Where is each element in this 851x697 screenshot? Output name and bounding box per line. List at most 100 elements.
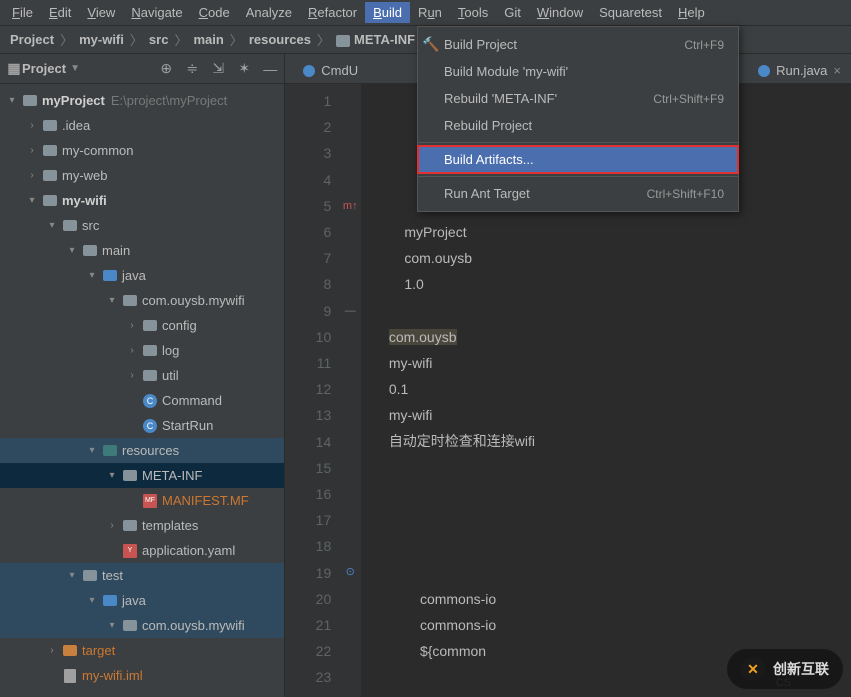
- tree-node[interactable]: ▾java: [0, 588, 284, 613]
- gutter-marker-icon: [339, 114, 361, 140]
- gutter-marker-icon: [339, 586, 361, 612]
- folder-icon: [62, 219, 78, 233]
- tree-node[interactable]: ▾com.ouysb.mywifi: [0, 613, 284, 638]
- gutter-marker-icon: —: [339, 298, 361, 324]
- folder-icon: [42, 169, 58, 183]
- menu-item-run-ant-target[interactable]: Run Ant TargetCtrl+Shift+F10: [418, 180, 738, 207]
- menubar: FileEditViewNavigateCodeAnalyzeRefactorB…: [0, 0, 851, 26]
- gutter-marker-icon: [339, 638, 361, 664]
- gutter-marker-icon: m↑: [339, 193, 361, 219]
- gear-icon[interactable]: ✶: [236, 61, 252, 77]
- menu-file[interactable]: File: [4, 2, 41, 23]
- file-icon: [62, 669, 78, 683]
- tree-node[interactable]: ›target: [0, 638, 284, 663]
- tree-node[interactable]: ▾com.ouysb.mywifi: [0, 288, 284, 313]
- tree-node[interactable]: ▾my-wifi: [0, 188, 284, 213]
- project-tree[interactable]: ▾myProjectE:\project\myProject›.idea›my-…: [0, 84, 284, 697]
- tree-node[interactable]: ›config: [0, 313, 284, 338]
- menu-item-build-module-my-wifi-[interactable]: Build Module 'my-wifi': [418, 58, 738, 85]
- editor-tab[interactable]: CmdU: [293, 58, 368, 83]
- chevron-down-icon[interactable]: ▼: [70, 63, 80, 74]
- folder-icon: [42, 194, 58, 208]
- menu-run[interactable]: Run: [410, 2, 450, 23]
- menu-item-rebuild-project[interactable]: Rebuild Project: [418, 112, 738, 139]
- gutter-marker-icon: [339, 455, 361, 481]
- menu-analyze[interactable]: Analyze: [238, 2, 300, 23]
- tree-node[interactable]: CCommand: [0, 388, 284, 413]
- java-class-icon: [758, 65, 770, 77]
- folder-icon: [122, 294, 138, 308]
- menu-tools[interactable]: Tools: [450, 2, 496, 23]
- folder-icon: [42, 119, 58, 133]
- tree-node[interactable]: my-wifi.iml: [0, 663, 284, 688]
- tree-node[interactable]: ›templates: [0, 513, 284, 538]
- menu-build[interactable]: Build: [365, 2, 410, 23]
- gutter-marker-icon: [339, 167, 361, 193]
- gutter-marker-icon: ⊙: [339, 559, 361, 585]
- blue-icon: [102, 269, 118, 283]
- menu-squaretest[interactable]: Squaretest: [591, 2, 670, 23]
- menu-help[interactable]: Help: [670, 2, 713, 23]
- tree-node[interactable]: ▾resources: [0, 438, 284, 463]
- breadcrumb-item[interactable]: Project: [6, 30, 58, 49]
- tree-node[interactable]: ▾myProjectE:\project\myProject: [0, 88, 284, 113]
- tree-node[interactable]: ▾test: [0, 563, 284, 588]
- breadcrumb-item[interactable]: main: [189, 30, 227, 49]
- hide-icon[interactable]: —: [262, 61, 278, 77]
- expand-icon[interactable]: ≑: [184, 61, 200, 77]
- folder-icon: [82, 244, 98, 258]
- breadcrumb-item[interactable]: resources: [245, 30, 315, 49]
- folder-icon: [42, 144, 58, 158]
- menu-refactor[interactable]: Refactor: [300, 2, 365, 23]
- close-icon[interactable]: ×: [833, 63, 841, 78]
- gutter-marker-icon: [339, 350, 361, 376]
- watermark-logo-icon: ✕: [741, 657, 765, 681]
- blue-icon: [102, 594, 118, 608]
- tree-node[interactable]: ›my-web: [0, 163, 284, 188]
- tree-node[interactable]: ▾java: [0, 263, 284, 288]
- folder-icon: [122, 619, 138, 633]
- folder-icon: [82, 569, 98, 583]
- tree-node[interactable]: ›.idea: [0, 113, 284, 138]
- gutter-marker-icon: [339, 376, 361, 402]
- menu-item-build-artifacts-[interactable]: Build Artifacts...: [418, 146, 738, 173]
- tree-node[interactable]: Yapplication.yaml: [0, 538, 284, 563]
- locate-icon[interactable]: ⊕: [158, 61, 174, 77]
- watermark-text: 创新互联: [773, 659, 829, 679]
- menu-edit[interactable]: Edit: [41, 2, 79, 23]
- teal-icon: [102, 444, 118, 458]
- tree-node[interactable]: ▾main: [0, 238, 284, 263]
- menu-view[interactable]: View: [79, 2, 123, 23]
- breadcrumb-item[interactable]: my-wifi: [75, 30, 128, 49]
- project-panel-header: ▦ Project ▼ ⊕ ≑ ⇲ ✶ —: [0, 54, 284, 84]
- project-view-icon[interactable]: ▦: [6, 61, 22, 77]
- menu-window[interactable]: Window: [529, 2, 591, 23]
- folder-icon: [122, 519, 138, 533]
- gutter-icons: m↑ — ⊙: [339, 84, 361, 697]
- gutter-marker-icon: [339, 140, 361, 166]
- tree-node[interactable]: ▾META-INF: [0, 463, 284, 488]
- tree-node[interactable]: ›util: [0, 363, 284, 388]
- menu-git[interactable]: Git: [496, 2, 529, 23]
- tree-node[interactable]: ›my-common: [0, 138, 284, 163]
- menu-item-build-project[interactable]: 🔨Build ProjectCtrl+F9: [418, 31, 738, 58]
- folder-icon: [142, 319, 158, 333]
- breadcrumb-item[interactable]: META-INF: [332, 30, 419, 49]
- build-menu-dropdown: 🔨Build ProjectCtrl+F9Build Module 'my-wi…: [417, 26, 739, 212]
- breadcrumb-item[interactable]: src: [145, 30, 173, 49]
- tree-node[interactable]: ›log: [0, 338, 284, 363]
- tree-node[interactable]: MFMANIFEST.MF: [0, 488, 284, 513]
- menu-item-rebuild-meta-inf-[interactable]: Rebuild 'META-INF'Ctrl+Shift+F9: [418, 85, 738, 112]
- project-panel-title: Project: [22, 61, 66, 76]
- menu-code[interactable]: Code: [191, 2, 238, 23]
- java-class-icon: [303, 65, 315, 77]
- tree-node[interactable]: CStartRun: [0, 413, 284, 438]
- tree-node[interactable]: ▾src: [0, 213, 284, 238]
- menu-navigate[interactable]: Navigate: [123, 2, 190, 23]
- editor-tab[interactable]: Run.java×: [748, 58, 851, 83]
- gutter-marker-icon: [339, 664, 361, 690]
- folder-icon: [142, 344, 158, 358]
- collapse-icon[interactable]: ⇲: [210, 61, 226, 77]
- gutter-marker-icon: [339, 533, 361, 559]
- hammer-icon: 🔨: [422, 36, 440, 53]
